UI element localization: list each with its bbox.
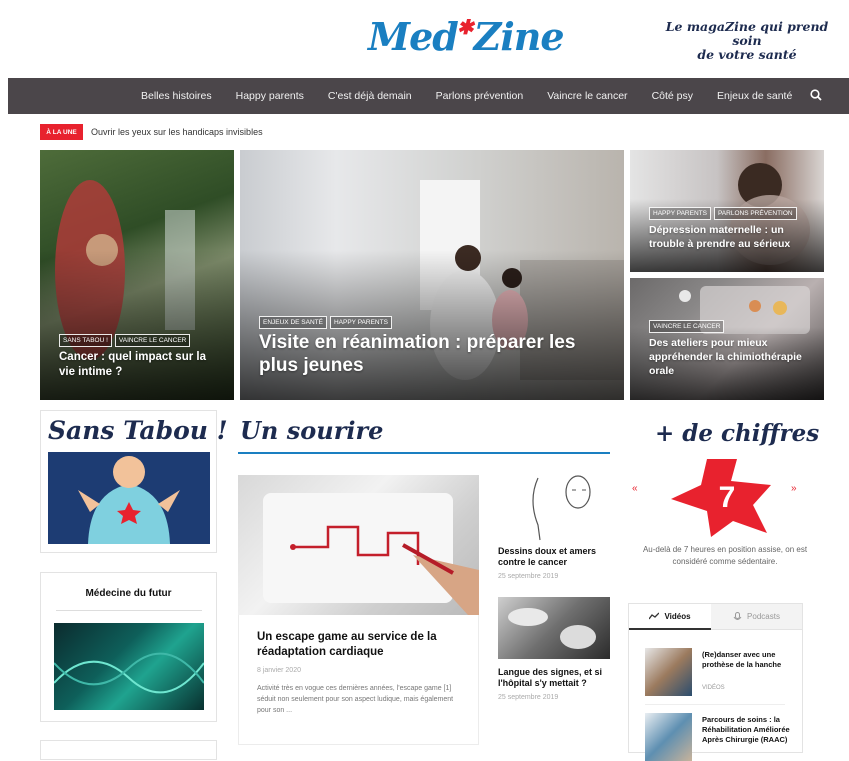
- featured-card-3[interactable]: HAPPY PARENTS PARLONS PRÉVENTION Dépress…: [630, 150, 824, 272]
- sourire-side-date-2: 25 septembre 2019: [498, 694, 559, 701]
- quote-close: »: [791, 483, 797, 494]
- trend-icon: [649, 612, 660, 620]
- hands-illustration: [508, 608, 596, 649]
- video-thumb-2[interactable]: [645, 713, 692, 761]
- tag[interactable]: VAINCRE LE CANCER: [649, 320, 725, 333]
- featured-title-3[interactable]: Dépression maternelle : un trouble à pre…: [649, 223, 819, 251]
- featured-card-1[interactable]: SANS TABOU ! VAINCRE LE CANCER Cancer : …: [40, 150, 234, 400]
- featured-title-1[interactable]: Cancer : quel impact sur la vie intime ?: [59, 350, 224, 380]
- bottom-widget: [40, 740, 217, 760]
- tag[interactable]: PARLONS PRÉVENTION: [713, 207, 797, 220]
- sourire-side-image-2[interactable]: [498, 597, 610, 659]
- sketch-illustration: [532, 475, 591, 541]
- featured-title-2[interactable]: Visite en réanimation : préparer les plu…: [259, 331, 609, 377]
- sans-tabou-illustration: [48, 452, 210, 544]
- medecine-heading: Médecine du futur: [85, 588, 172, 599]
- featured-tags-4: VAINCRE LE CANCER: [649, 320, 725, 333]
- sourire-main-date: 8 janvier 2020: [257, 667, 301, 674]
- tag[interactable]: VAINCRE LE CANCER: [114, 334, 191, 347]
- dna-illustration: [53, 652, 205, 694]
- tag[interactable]: SANS TABOU !: [59, 334, 112, 347]
- tagline-line-2: de votre santé: [697, 47, 797, 62]
- featured-tags-3: HAPPY PARENTS PARLONS PRÉVENTION: [649, 207, 797, 220]
- divider: [56, 610, 202, 611]
- chiffres-star-figure: 7: [671, 459, 771, 537]
- sourire-heading: Un sourire: [240, 416, 384, 445]
- video-title-2[interactable]: Parcours de soins : la Réhabilitation Am…: [702, 715, 790, 745]
- featured-card-4[interactable]: VAINCRE LE CANCER Des ateliers pour mieu…: [630, 278, 824, 400]
- nav-item-vaincre-cancer[interactable]: Vaincre le cancer: [547, 90, 627, 102]
- nav-item-belles-histoires[interactable]: Belles histoires: [141, 90, 212, 102]
- sourire-main-image[interactable]: [238, 475, 479, 615]
- video-category-1: VIDÉOS: [702, 685, 725, 691]
- logo-star-icon: ✱: [456, 15, 474, 39]
- tab-podcasts-label: Podcasts: [747, 612, 780, 621]
- featured-title-4[interactable]: Des ateliers pour mieux appréhender la c…: [649, 336, 814, 378]
- une-badge: À LA UNE: [40, 124, 83, 140]
- site-tagline: Le magaZine qui prend soin de votre sant…: [662, 20, 832, 62]
- sourire-main-excerpt: Activité très en vogue ces dernières ann…: [257, 685, 454, 714]
- tag[interactable]: HAPPY PARENTS: [649, 207, 711, 220]
- tab-podcasts[interactable]: Podcasts: [711, 604, 802, 630]
- nav-item-deja-demain[interactable]: C'est déjà demain: [328, 90, 412, 102]
- sans-tabou-heading: Sans Tabou !: [48, 416, 228, 445]
- featured-card-2[interactable]: ENJEUX DE SANTÉ HAPPY PARENTS Visite en …: [240, 150, 624, 400]
- featured-tags-1: SANS TABOU ! VAINCRE LE CANCER: [59, 334, 191, 347]
- logo-text-zine: Zine: [473, 14, 565, 59]
- chiffres-heading: + de chiffres: [655, 420, 820, 447]
- une-headline-link[interactable]: Ouvrir les yeux sur les handicaps invisi…: [91, 127, 263, 137]
- sourire-side-title-2[interactable]: Langue des signes, et si l'hôpital s'y m…: [498, 667, 614, 689]
- nav-item-enjeux-sante[interactable]: Enjeux de santé: [717, 90, 792, 102]
- sourire-side-title-1[interactable]: Dessins doux et amers contre le cancer: [498, 546, 614, 568]
- tab-videos[interactable]: Vidéos: [629, 604, 711, 630]
- divider: [645, 704, 785, 705]
- video-title-1[interactable]: (Re)danser avec une prothèse de la hanch…: [702, 650, 790, 670]
- maze-illustration: [263, 493, 479, 615]
- search-icon[interactable]: [809, 88, 823, 102]
- sourire-side-image-1[interactable]: [498, 470, 610, 542]
- nav-item-cote-psy[interactable]: Côté psy: [652, 90, 693, 102]
- chiffres-number: 7: [719, 481, 736, 514]
- sourire-side-date-1: 25 septembre 2019: [498, 573, 559, 580]
- nav-item-parlons-prevention[interactable]: Parlons prévention: [436, 90, 524, 102]
- video-thumb-1[interactable]: [645, 648, 692, 696]
- logo-text-med: Med: [368, 14, 459, 59]
- site-logo[interactable]: Med✱Zine: [368, 14, 565, 59]
- tag[interactable]: HAPPY PARENTS: [329, 316, 392, 329]
- nav-item-happy-parents[interactable]: Happy parents: [236, 90, 304, 102]
- sourire-main-title[interactable]: Un escape game au service de la réadapta…: [257, 630, 457, 660]
- featured-tags-2: ENJEUX DE SANTÉ HAPPY PARENTS: [259, 316, 392, 329]
- quote-open: «: [632, 483, 638, 494]
- main-nav: Belles histoires Happy parents C'est déj…: [8, 78, 849, 114]
- tab-videos-label: Vidéos: [664, 611, 691, 621]
- tag[interactable]: ENJEUX DE SANTÉ: [259, 316, 327, 329]
- medecine-dna-image[interactable]: [53, 623, 205, 710]
- sourire-underline: [238, 452, 610, 454]
- tagline-line-1: Le magaZine qui prend soin: [665, 19, 829, 48]
- chiffres-caption: Au-delà de 7 heures en position assise, …: [642, 545, 808, 566]
- podcast-icon: [733, 611, 742, 620]
